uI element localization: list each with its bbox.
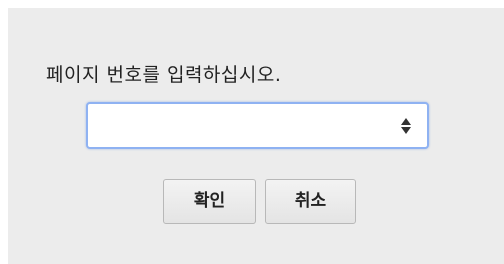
page-number-dialog: 페이지 번호를 입력하십시오. 확인 취소 bbox=[8, 8, 504, 264]
spin-down-icon[interactable] bbox=[401, 127, 411, 134]
page-number-input[interactable] bbox=[94, 112, 374, 138]
dialog-prompt: 페이지 번호를 입력하십시오. bbox=[46, 64, 282, 86]
cancel-button[interactable]: 취소 bbox=[265, 179, 356, 224]
spin-up-icon[interactable] bbox=[401, 118, 411, 125]
ok-button[interactable]: 확인 bbox=[163, 179, 256, 224]
spinner-icon[interactable] bbox=[401, 118, 411, 134]
page-number-field[interactable] bbox=[86, 102, 429, 149]
